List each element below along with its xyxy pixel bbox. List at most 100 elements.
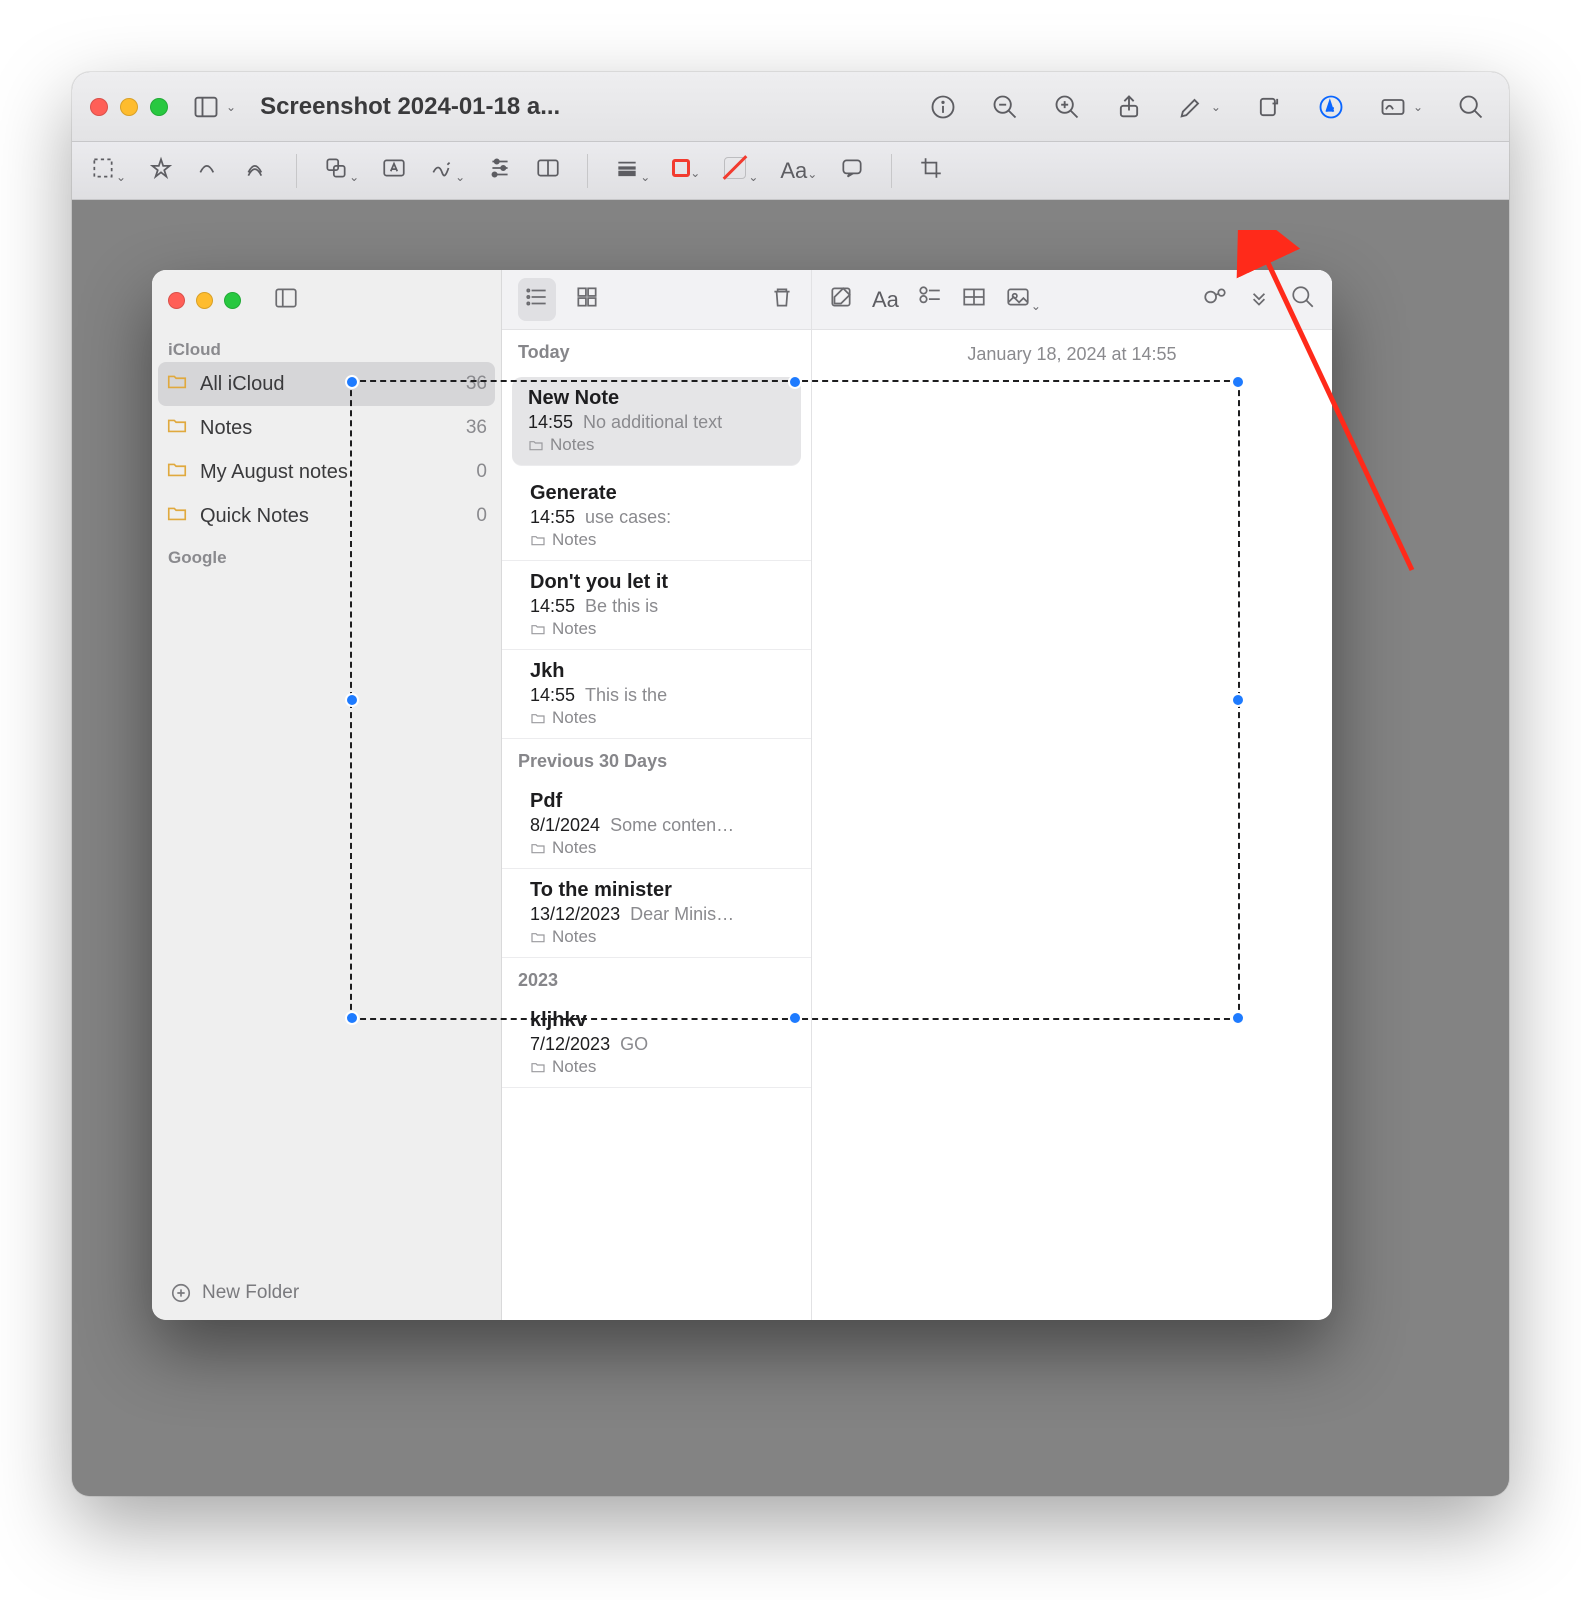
lock-button[interactable] (1202, 284, 1228, 315)
selection-tool-button[interactable]: ⌄ (90, 155, 126, 186)
folder-name: Quick Notes (200, 505, 309, 528)
note-title: Jkh (530, 660, 795, 683)
note-preview: use cases: (585, 507, 671, 528)
checklist-button[interactable] (917, 284, 943, 315)
folder-name: Notes (200, 417, 252, 440)
fullscreen-window-button[interactable] (150, 98, 168, 116)
notes-sidebar-toggle-button[interactable] (273, 285, 299, 316)
delete-note-button[interactable] (769, 284, 795, 315)
folder-count: 0 (476, 505, 487, 527)
fill-color-button[interactable]: ⌄ (722, 155, 758, 186)
preview-window: ⌄ Screenshot 2024-01-18 a... ⌄ ⌄ ⌄ (72, 72, 1509, 1496)
note-preview: Some conten… (610, 815, 734, 836)
folder-name: My August notes (200, 461, 348, 484)
folder-count: 36 (466, 417, 487, 439)
note-time: 8/1/2024 (530, 815, 600, 836)
notes-sidebar: iCloudAll iCloud36 Notes 36 My August notes… (152, 270, 502, 1320)
note-list-item[interactable]: Don't you let it14:55Be this isNotes (502, 561, 811, 650)
annotate-button[interactable] (839, 155, 865, 186)
folder-item[interactable]: All iCloud36 (158, 362, 495, 406)
notes-close-button[interactable] (168, 292, 185, 309)
share-button[interactable] (1109, 89, 1149, 125)
note-title: kljhkv (530, 1009, 795, 1032)
list-group-header: Previous 30 Days (502, 739, 811, 780)
adjust-size-button[interactable] (535, 155, 561, 186)
markup-toolbar: ⌄ ⌄ ⌄ ⌄ ⌄ ⌄ Aa⌄ (72, 142, 1509, 200)
info-button[interactable] (923, 89, 963, 125)
gallery-view-button[interactable] (574, 284, 600, 315)
adjust-color-button[interactable] (487, 155, 513, 186)
text-box-button[interactable] (381, 155, 407, 186)
sidebar-section-header[interactable]: Google (152, 538, 501, 570)
note-list-item[interactable]: Jkh14:55This is theNotes (502, 650, 811, 739)
folder-icon (166, 370, 188, 398)
sidebar-toggle-button[interactable]: ⌄ (186, 89, 242, 125)
note-folder: Notes (530, 1057, 795, 1077)
folder-item[interactable]: My August notes0 (152, 450, 501, 494)
note-preview: No additional text (583, 412, 722, 433)
compose-button[interactable] (828, 284, 854, 315)
markup-button[interactable] (1311, 89, 1351, 125)
more-button[interactable] (1246, 284, 1272, 315)
note-folder: Notes (530, 530, 795, 550)
note-time: 14:55 (528, 412, 573, 433)
folder-icon (166, 502, 188, 530)
note-time: 13/12/2023 (530, 904, 620, 925)
zoom-out-button[interactable] (985, 89, 1025, 125)
notes-fullscreen-button[interactable] (224, 292, 241, 309)
text-style-button[interactable]: Aa⌄ (780, 158, 817, 184)
preview-canvas[interactable]: iCloudAll iCloud36 Notes 36 My August notes… (72, 200, 1509, 1496)
chevron-down-icon: ⌄ (226, 100, 236, 114)
close-window-button[interactable] (90, 98, 108, 116)
note-list-item[interactable]: Pdf8/1/2024 Some conten…Notes (502, 780, 811, 869)
new-folder-label: New Folder (202, 1282, 299, 1304)
folder-item[interactable]: Notes 36 (152, 406, 501, 450)
new-folder-button[interactable]: New Folder (152, 1266, 501, 1320)
window-title: Screenshot 2024-01-18 a... (260, 93, 560, 121)
border-color-button[interactable]: ⌄ (672, 159, 700, 182)
highlight-button[interactable]: ⌄ (1171, 89, 1227, 125)
shapes-button[interactable]: ⌄ (323, 155, 359, 186)
notes-list-column: TodayNew Note14:55No additional textNote… (502, 270, 812, 1320)
notes-search-button[interactable] (1290, 284, 1316, 315)
note-title: Pdf (530, 790, 795, 813)
format-button[interactable]: Aa (872, 287, 899, 313)
note-preview: GO (620, 1034, 648, 1055)
note-time: 14:55 (530, 685, 575, 706)
note-preview: Be this is (585, 596, 658, 617)
folder-count: 36 (466, 373, 487, 395)
media-button[interactable]: ⌄ (1005, 284, 1041, 315)
line-style-button[interactable]: ⌄ (614, 155, 650, 186)
note-title: New Note (528, 387, 785, 410)
note-preview: This is the (585, 685, 667, 706)
minimize-window-button[interactable] (120, 98, 138, 116)
note-list-item[interactable]: To the minister13/12/2023Dear Minis…Note… (502, 869, 811, 958)
list-group-header: Today (502, 330, 811, 371)
note-title: Generate (530, 482, 795, 505)
note-time: 14:55 (530, 596, 575, 617)
note-preview: Dear Minis… (630, 904, 734, 925)
note-time: 14:55 (530, 507, 575, 528)
sidebar-section-header[interactable]: iCloud (152, 330, 501, 362)
notes-minimize-button[interactable] (196, 292, 213, 309)
form-fill-button[interactable]: ⌄ (1373, 89, 1429, 125)
table-button[interactable] (961, 284, 987, 315)
notes-editor-toolbar: Aa ⌄ (812, 270, 1332, 330)
note-folder: Notes (528, 435, 785, 455)
sketch-button[interactable] (196, 155, 222, 186)
note-list-item[interactable]: kljhkv7/12/2023 GONotes (502, 999, 811, 1088)
rotate-button[interactable] (1249, 89, 1289, 125)
sign-button[interactable]: ⌄ (429, 155, 465, 186)
zoom-in-button[interactable] (1047, 89, 1087, 125)
folder-item[interactable]: Quick Notes 0 (152, 494, 501, 538)
draw-button[interactable] (244, 155, 270, 186)
search-button[interactable] (1451, 89, 1491, 125)
list-view-button[interactable] (518, 278, 556, 321)
note-folder: Notes (530, 838, 795, 858)
note-list-item[interactable]: New Note14:55 No additional textNotes (512, 377, 801, 466)
instant-alpha-button[interactable] (148, 155, 174, 186)
note-list-item[interactable]: Generate14:55 use cases:Notes (502, 472, 811, 561)
crop-button[interactable] (918, 155, 944, 186)
note-time: 7/12/2023 (530, 1034, 610, 1055)
notes-editor-column: Aa ⌄ January 18, 2024 at 14:55 (812, 270, 1332, 1320)
